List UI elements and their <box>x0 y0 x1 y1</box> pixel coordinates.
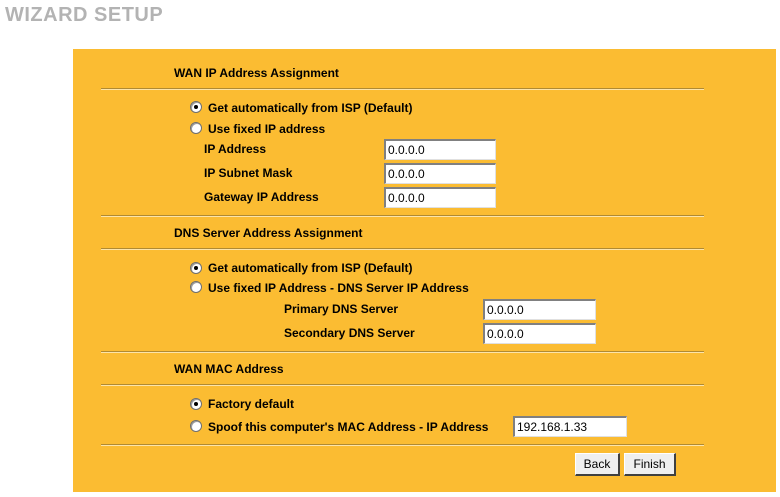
spoof-ip-input[interactable] <box>513 416 627 437</box>
dns-fixed-radio[interactable] <box>190 281 202 293</box>
wan-ip-section-title: WAN IP Address Assignment <box>174 66 339 80</box>
mac-factory-radio[interactable] <box>190 398 202 410</box>
mac-spoof-label: Spoof this computer's MAC Address - IP A… <box>208 420 489 434</box>
subnet-mask-input[interactable] <box>384 163 496 184</box>
dns-fixed-label: Use fixed IP Address - DNS Server IP Add… <box>208 281 469 295</box>
subnet-mask-label: IP Subnet Mask <box>204 166 293 180</box>
mac-spoof-radio[interactable] <box>190 420 202 432</box>
ip-address-label: IP Address <box>204 142 267 156</box>
divider <box>101 351 704 353</box>
primary-dns-label: Primary DNS Server <box>284 302 399 316</box>
divider <box>101 384 704 386</box>
primary-dns-input[interactable] <box>483 299 596 320</box>
dns-auto-radio[interactable] <box>190 262 202 274</box>
page-title: WIZARD SETUP <box>5 4 164 26</box>
wan-mac-section-title: WAN MAC Address <box>174 362 284 376</box>
wan-ip-auto-radio[interactable] <box>190 101 202 113</box>
divider <box>101 88 704 90</box>
gateway-input[interactable] <box>384 187 496 208</box>
mac-factory-label: Factory default <box>208 397 295 411</box>
wan-ip-auto-label: Get automatically from ISP (Default) <box>208 101 413 115</box>
gateway-label: Gateway IP Address <box>204 190 319 204</box>
dns-section-title: DNS Server Address Assignment <box>174 226 363 240</box>
ip-address-input[interactable] <box>384 139 496 160</box>
dns-auto-label: Get automatically from ISP (Default) <box>208 261 413 275</box>
secondary-dns-input[interactable] <box>483 323 596 344</box>
wan-ip-fixed-radio[interactable] <box>190 122 202 134</box>
divider <box>101 444 704 446</box>
divider <box>101 215 704 217</box>
back-button[interactable]: Back <box>575 453 620 476</box>
finish-button[interactable]: Finish <box>624 453 676 476</box>
divider <box>101 248 704 250</box>
secondary-dns-label: Secondary DNS Server <box>284 326 415 340</box>
wan-ip-fixed-label: Use fixed IP address <box>208 122 326 136</box>
